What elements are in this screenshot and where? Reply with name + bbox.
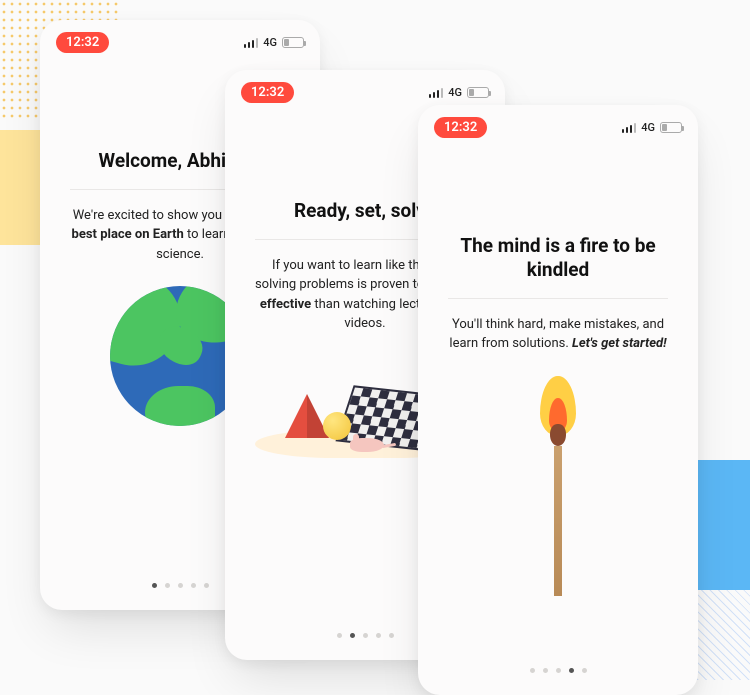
signal-strength-icon <box>622 123 637 133</box>
divider <box>448 298 668 299</box>
signal-strength-icon <box>429 88 444 98</box>
signal-strength-icon <box>244 38 259 48</box>
network-label: 4G <box>448 86 462 99</box>
battery-icon <box>467 87 489 98</box>
pagination-dot[interactable] <box>569 668 574 673</box>
pagination-dot[interactable] <box>376 633 381 638</box>
pagination-dot[interactable] <box>191 583 196 588</box>
pagination-dot[interactable] <box>165 583 170 588</box>
status-time: 12:32 <box>56 32 109 53</box>
pagination-dot[interactable] <box>363 633 368 638</box>
pagination-dot[interactable] <box>389 633 394 638</box>
pagination-dot[interactable] <box>204 583 209 588</box>
battery-icon <box>282 37 304 48</box>
status-bar: 12:32 4G <box>225 70 505 109</box>
pagination-dot[interactable] <box>582 668 587 673</box>
screen-body: You'll think hard, make mistakes, and le… <box>446 315 670 354</box>
decorative-yellow-block <box>0 130 43 245</box>
status-bar: 12:32 4G <box>40 20 320 59</box>
pagination-dot[interactable] <box>556 668 561 673</box>
pagination-dots[interactable] <box>418 668 698 673</box>
pagination-dot[interactable] <box>350 633 355 638</box>
pagination-dot[interactable] <box>530 668 535 673</box>
pagination-dot[interactable] <box>543 668 548 673</box>
onboarding-screen-3: 12:32 4G The mind is a fire to be kindle… <box>418 105 698 695</box>
status-time: 12:32 <box>241 82 294 103</box>
status-time: 12:32 <box>434 117 487 138</box>
pagination-dot[interactable] <box>178 583 183 588</box>
network-label: 4G <box>263 36 277 49</box>
network-label: 4G <box>641 121 655 134</box>
status-bar: 12:32 4G <box>418 105 698 144</box>
pagination-dot[interactable] <box>152 583 157 588</box>
screen-title: The mind is a fire to be kindled <box>446 234 670 298</box>
battery-icon <box>660 122 682 133</box>
match-illustration <box>446 376 670 596</box>
pagination-dot[interactable] <box>337 633 342 638</box>
